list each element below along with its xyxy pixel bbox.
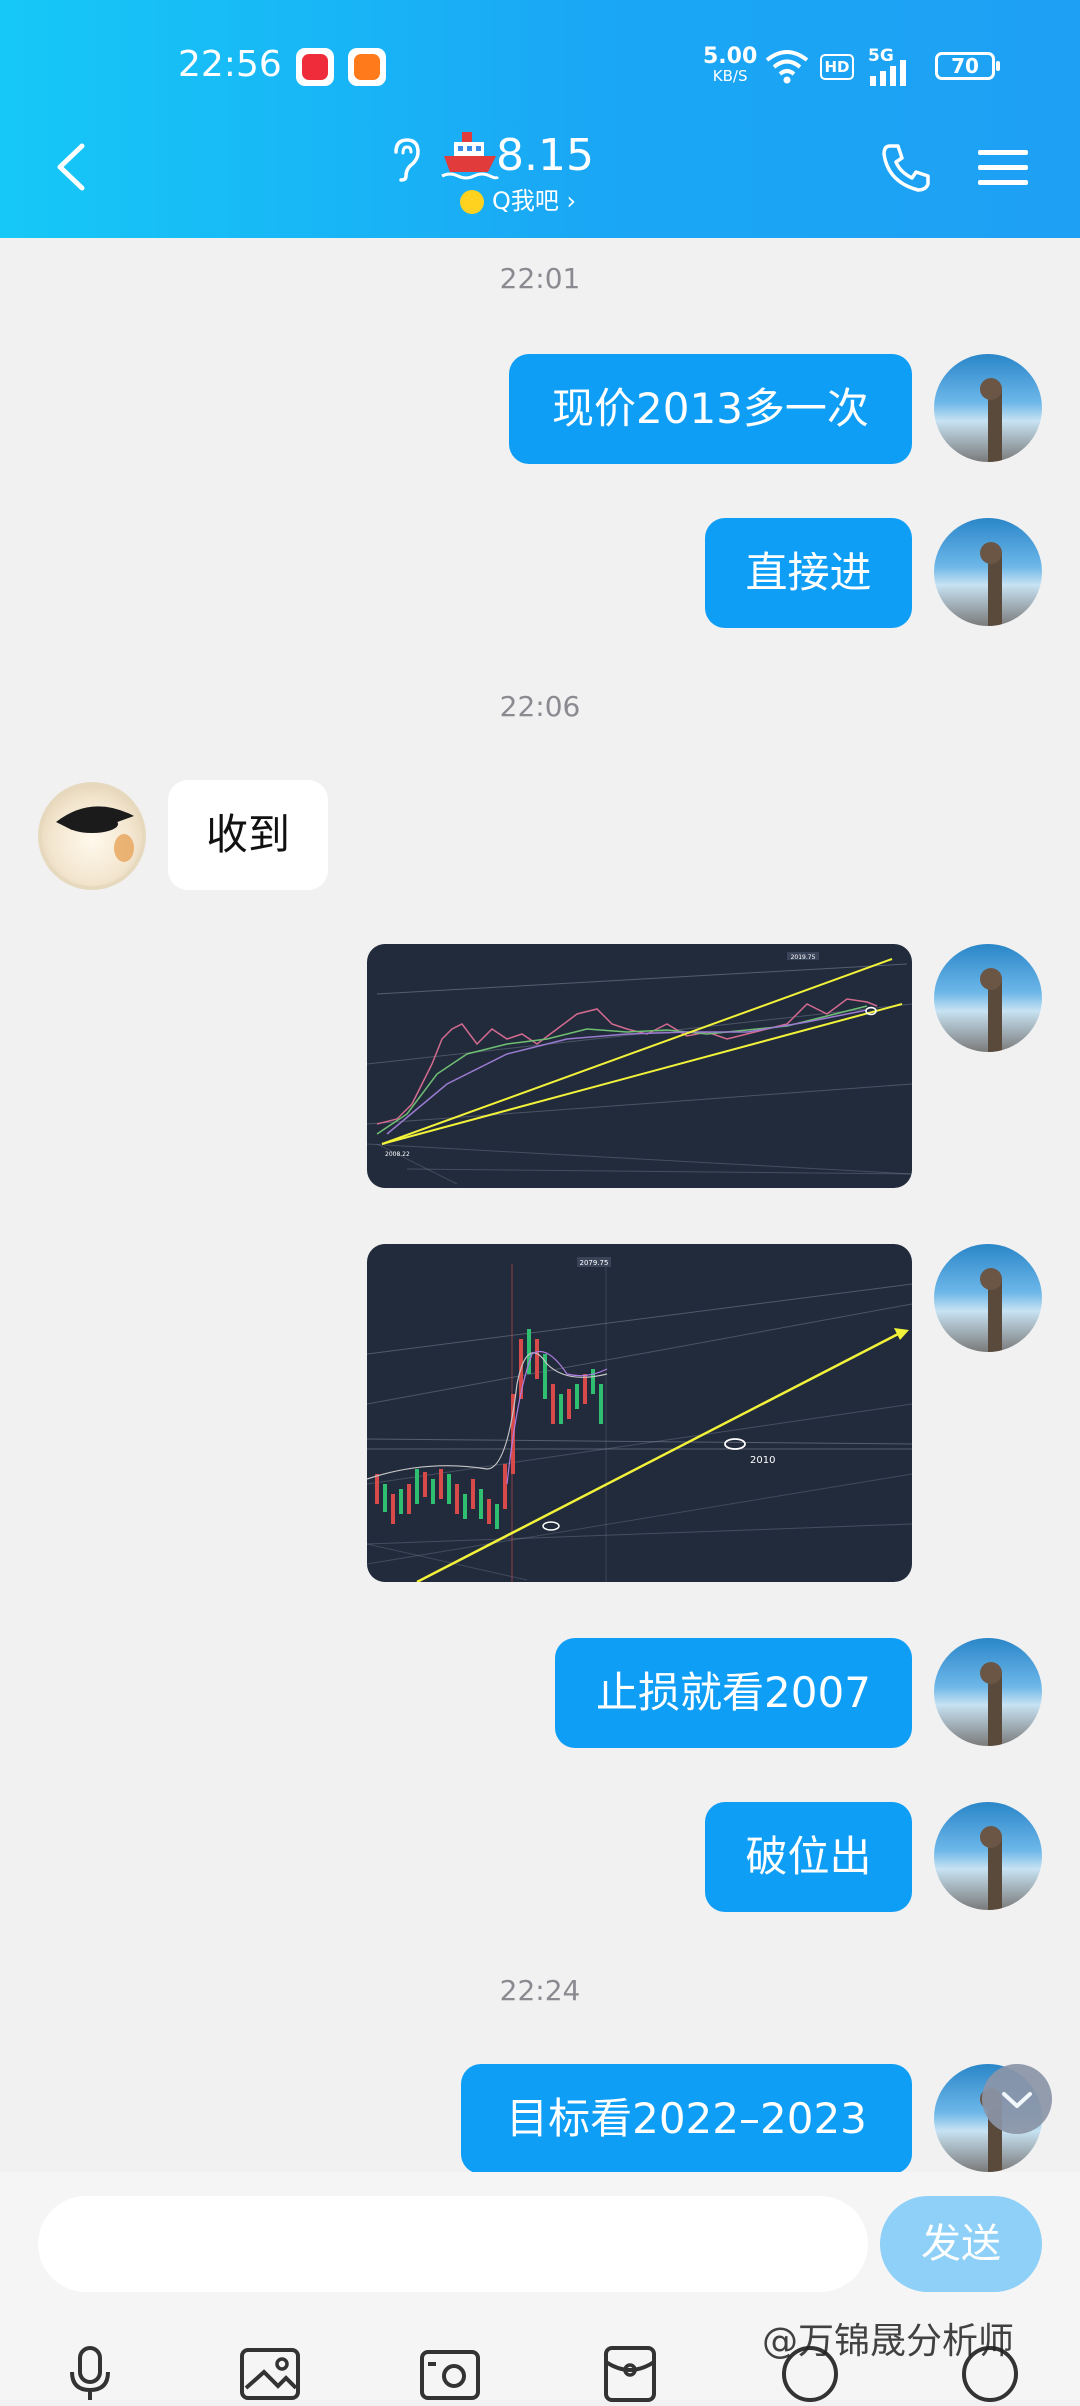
message-bubble[interactable]: 现价2013多一次 xyxy=(509,354,912,464)
scroll-to-bottom-button[interactable] xyxy=(982,2064,1052,2134)
menu-icon[interactable] xyxy=(978,148,1028,188)
smile-icon xyxy=(460,190,484,214)
price-chart: 2079.75 2010 xyxy=(367,1257,912,1582)
battery-indicator: 70 xyxy=(935,52,1000,80)
signal-icon xyxy=(870,60,906,86)
avatar[interactable] xyxy=(934,354,1042,462)
wifi-icon xyxy=(765,50,809,84)
message-bubble[interactable]: 收到 xyxy=(168,780,328,890)
chat-header: 22:56 5.00 KB/S HD 5G 70 8.15 Q我吧 › xyxy=(0,0,1080,238)
chart-image[interactable]: 2019.75 2008.22 xyxy=(367,944,912,1188)
avatar[interactable] xyxy=(934,1244,1042,1352)
avatar[interactable] xyxy=(934,944,1042,1052)
avatar[interactable] xyxy=(934,1802,1042,1910)
image-icon[interactable] xyxy=(238,2342,302,2406)
video-app-icon xyxy=(296,48,334,86)
message-bubble[interactable]: 目标看2022–2023 xyxy=(461,2064,912,2174)
chart-price-label: 2019.75 xyxy=(791,954,816,961)
ship-icon xyxy=(441,132,500,180)
chart-top-label: 2079.75 xyxy=(580,1259,609,1267)
chat-title[interactable]: 8.15 Q我吧 › xyxy=(380,128,700,218)
hd-icon: HD xyxy=(820,54,854,80)
chevron-down-icon xyxy=(1002,2092,1032,2108)
chat-subtitle[interactable]: Q我吧 › xyxy=(460,184,576,218)
price-chart: 2019.75 2008.22 xyxy=(367,952,912,1185)
message-bubble[interactable]: 直接进 xyxy=(705,518,912,628)
message-bubble[interactable]: 止损就看2007 xyxy=(555,1638,912,1748)
candlesticks xyxy=(375,1329,603,1529)
chart-image[interactable]: 2079.75 2010 xyxy=(367,1244,912,1582)
timestamp: 22:24 xyxy=(499,1974,581,2007)
red-packet-icon[interactable] xyxy=(598,2342,662,2406)
timestamp: 22:01 xyxy=(499,262,581,295)
microphone-icon[interactable] xyxy=(58,2342,122,2406)
avatar[interactable] xyxy=(38,782,146,890)
message-input[interactable] xyxy=(38,2196,868,2292)
phone-icon[interactable] xyxy=(880,142,932,194)
back-icon[interactable] xyxy=(52,142,88,192)
watermark: @万锦晟分析师 xyxy=(762,2321,1015,2362)
timestamp: 22:06 xyxy=(499,690,581,723)
send-button[interactable]: 发送 xyxy=(880,2196,1042,2292)
camera-icon[interactable] xyxy=(418,2342,482,2406)
ear-icon xyxy=(394,138,420,182)
bird-icon xyxy=(56,806,134,862)
chat-title-text: 8.15 xyxy=(496,130,594,181)
app-f-icon xyxy=(348,48,386,86)
net-speed: 5.00 KB/S xyxy=(703,44,758,85)
status-time: 22:56 xyxy=(178,44,282,85)
input-bar: 发送 xyxy=(0,2172,1080,2402)
chart-low-label: 2008.22 xyxy=(385,1151,410,1158)
message-bubble[interactable]: 破位出 xyxy=(705,1802,912,1912)
avatar[interactable] xyxy=(934,518,1042,626)
chart-support-label: 2010 xyxy=(750,1455,775,1466)
avatar[interactable] xyxy=(934,1638,1042,1746)
